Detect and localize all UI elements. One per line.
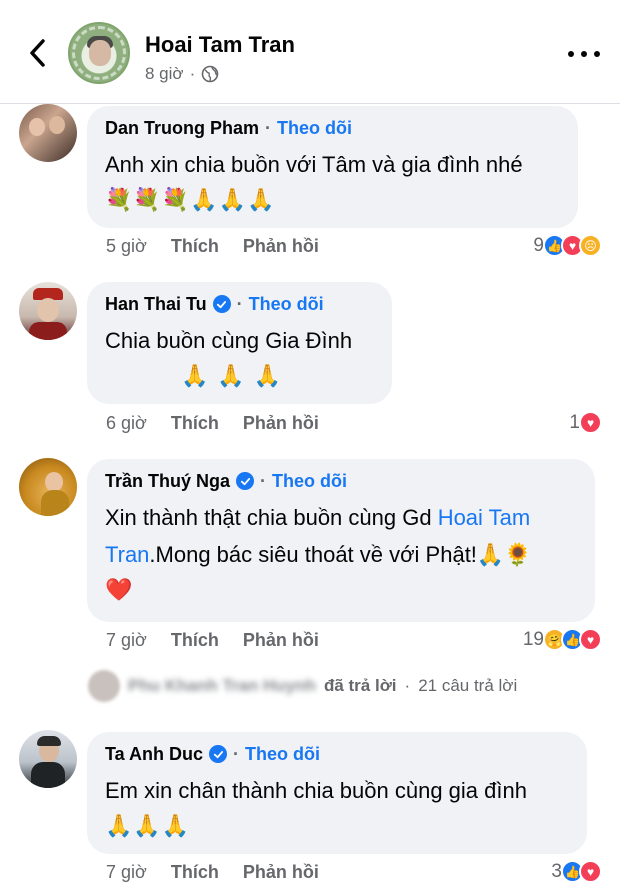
reaction-summary[interactable]: 19 🤗 👍 ♥	[523, 628, 602, 651]
more-dot	[594, 51, 600, 57]
author-line: Dan Truong Pham · Theo dõi	[105, 116, 560, 140]
like-button[interactable]: Thích	[171, 236, 219, 257]
comment-actions: 7 giờ Thích Phản hồi	[106, 862, 319, 883]
comment-actions: 5 giờ Thích Phản hồi	[106, 236, 319, 257]
separator-dot: ·	[260, 471, 267, 491]
reaction-summary[interactable]: 1 ♥	[569, 411, 602, 434]
reply-count[interactable]: 21 câu trả lời	[418, 676, 517, 696]
reply-button[interactable]: Phản hồi	[243, 236, 319, 257]
comment-text: Anh xin chia buồn với Tâm và gia đình nh…	[105, 152, 523, 177]
replied-label: đã trả lời	[323, 676, 397, 695]
comment-text: Em xin chân thành chia buồn cùng gia đìn…	[105, 778, 527, 803]
commenter-name[interactable]: Dan Truong Pham	[105, 116, 259, 140]
chevron-left-icon	[30, 39, 45, 67]
avatar-face	[89, 40, 111, 66]
separator-dot: ·	[233, 744, 239, 764]
post-time[interactable]: 8 giờ	[145, 64, 184, 84]
comment-emojis: 🙏🙏🙏	[105, 814, 191, 839]
reply-button[interactable]: Phản hồi	[243, 413, 319, 434]
author-line: Ta Anh Duc · Theo dõi	[105, 742, 569, 766]
commenter-avatar[interactable]	[19, 104, 77, 162]
comment-time[interactable]: 5 giờ	[106, 236, 147, 257]
separator-dot: ·	[189, 64, 196, 83]
like-button[interactable]: Thích	[171, 630, 219, 651]
comment-text-start: Xin thành thật chia buồn cùng Gd	[105, 505, 438, 530]
comment-text: Chia buồn cùng Gia Đình	[105, 328, 353, 353]
reply-button[interactable]: Phản hồi	[243, 630, 319, 651]
like-button[interactable]: Thích	[171, 862, 219, 883]
love-reaction-icon: ♥	[579, 860, 602, 883]
reaction-summary[interactable]: 9 👍 ♥ ☹	[533, 234, 602, 257]
more-dot	[581, 51, 587, 57]
more-options-button[interactable]	[568, 44, 600, 64]
follow-button[interactable]: Theo dõi	[245, 742, 320, 766]
commenter-name[interactable]: Ta Anh Duc	[105, 742, 203, 766]
separator-dot: ·	[236, 294, 243, 314]
comment-emojis: ❤️	[105, 578, 134, 603]
back-button[interactable]	[22, 36, 52, 70]
love-reaction-icon: ♥	[579, 411, 602, 434]
follow-button[interactable]: Theo dõi	[249, 292, 324, 316]
comment-text-end: .Mong bác siêu thoát về với Phật!🙏🌻	[149, 542, 532, 567]
replier-avatar	[88, 670, 120, 702]
comment-actions: 7 giờ Thích Phản hồi	[106, 630, 319, 651]
more-dot	[568, 51, 574, 57]
commenter-name[interactable]: Trần Thuý Nga	[105, 469, 230, 493]
like-button[interactable]: Thích	[171, 413, 219, 434]
comment-bubble: Han Thai Tu · Theo dõi Chia buồn cùng Gi…	[87, 282, 392, 404]
separator-dot: ·	[404, 676, 411, 695]
sad-reaction-icon: ☹	[579, 234, 602, 257]
globe-icon	[201, 65, 219, 83]
comment-actions: 6 giờ Thích Phản hồi	[106, 413, 319, 434]
reaction-count: 19	[522, 628, 544, 650]
comment-text: Xin thành thật chia buồn cùng Gd Hoai Ta…	[105, 499, 577, 573]
replier-name: Phu Khanh Tran Huynh	[128, 676, 316, 695]
author-name[interactable]: Hoai Tam Tran	[145, 32, 295, 58]
comment-bubble: Dan Truong Pham · Theo dõi Anh xin chia …	[87, 106, 578, 228]
follow-button[interactable]: Theo dõi	[272, 469, 347, 493]
comment-time[interactable]: 7 giờ	[106, 862, 147, 883]
love-reaction-icon: ♥	[579, 628, 602, 651]
commenter-avatar[interactable]	[19, 282, 77, 340]
verified-badge-icon	[212, 295, 231, 313]
comment-bubble: Trần Thuý Nga · Theo dõi Xin thành thật …	[87, 459, 595, 622]
commenter-avatar[interactable]	[19, 458, 77, 516]
post-header: Hoai Tam Tran 8 giờ ·	[0, 0, 620, 104]
comment-emojis: 💐💐💐🙏🙏🙏	[105, 188, 276, 213]
commenter-avatar[interactable]	[19, 730, 77, 788]
post-meta: 8 giờ ·	[145, 64, 219, 84]
reaction-summary[interactable]: 3 👍 ♥	[551, 860, 602, 883]
verified-badge-icon	[236, 472, 255, 490]
author-avatar[interactable]	[68, 22, 130, 84]
commenter-name[interactable]: Han Thai Tu	[105, 292, 207, 316]
comment-emojis: 🙏 🙏 🙏	[181, 364, 283, 389]
follow-button[interactable]: Theo dõi	[277, 116, 352, 140]
verified-badge-icon	[209, 745, 227, 763]
comment-bubble: Ta Anh Duc · Theo dõi Em xin chân thành …	[87, 732, 587, 854]
comment-time[interactable]: 6 giờ	[106, 413, 147, 434]
separator-dot: ·	[265, 118, 272, 138]
author-line: Trần Thuý Nga · Theo dõi	[105, 469, 577, 493]
reply-button[interactable]: Phản hồi	[243, 862, 319, 883]
comment-time[interactable]: 7 giờ	[106, 630, 147, 651]
author-line: Han Thai Tu · Theo dõi	[105, 292, 374, 316]
reply-summary[interactable]: Phu Khanh Tran Huynh đã trả lời · 21 câu…	[88, 670, 517, 702]
